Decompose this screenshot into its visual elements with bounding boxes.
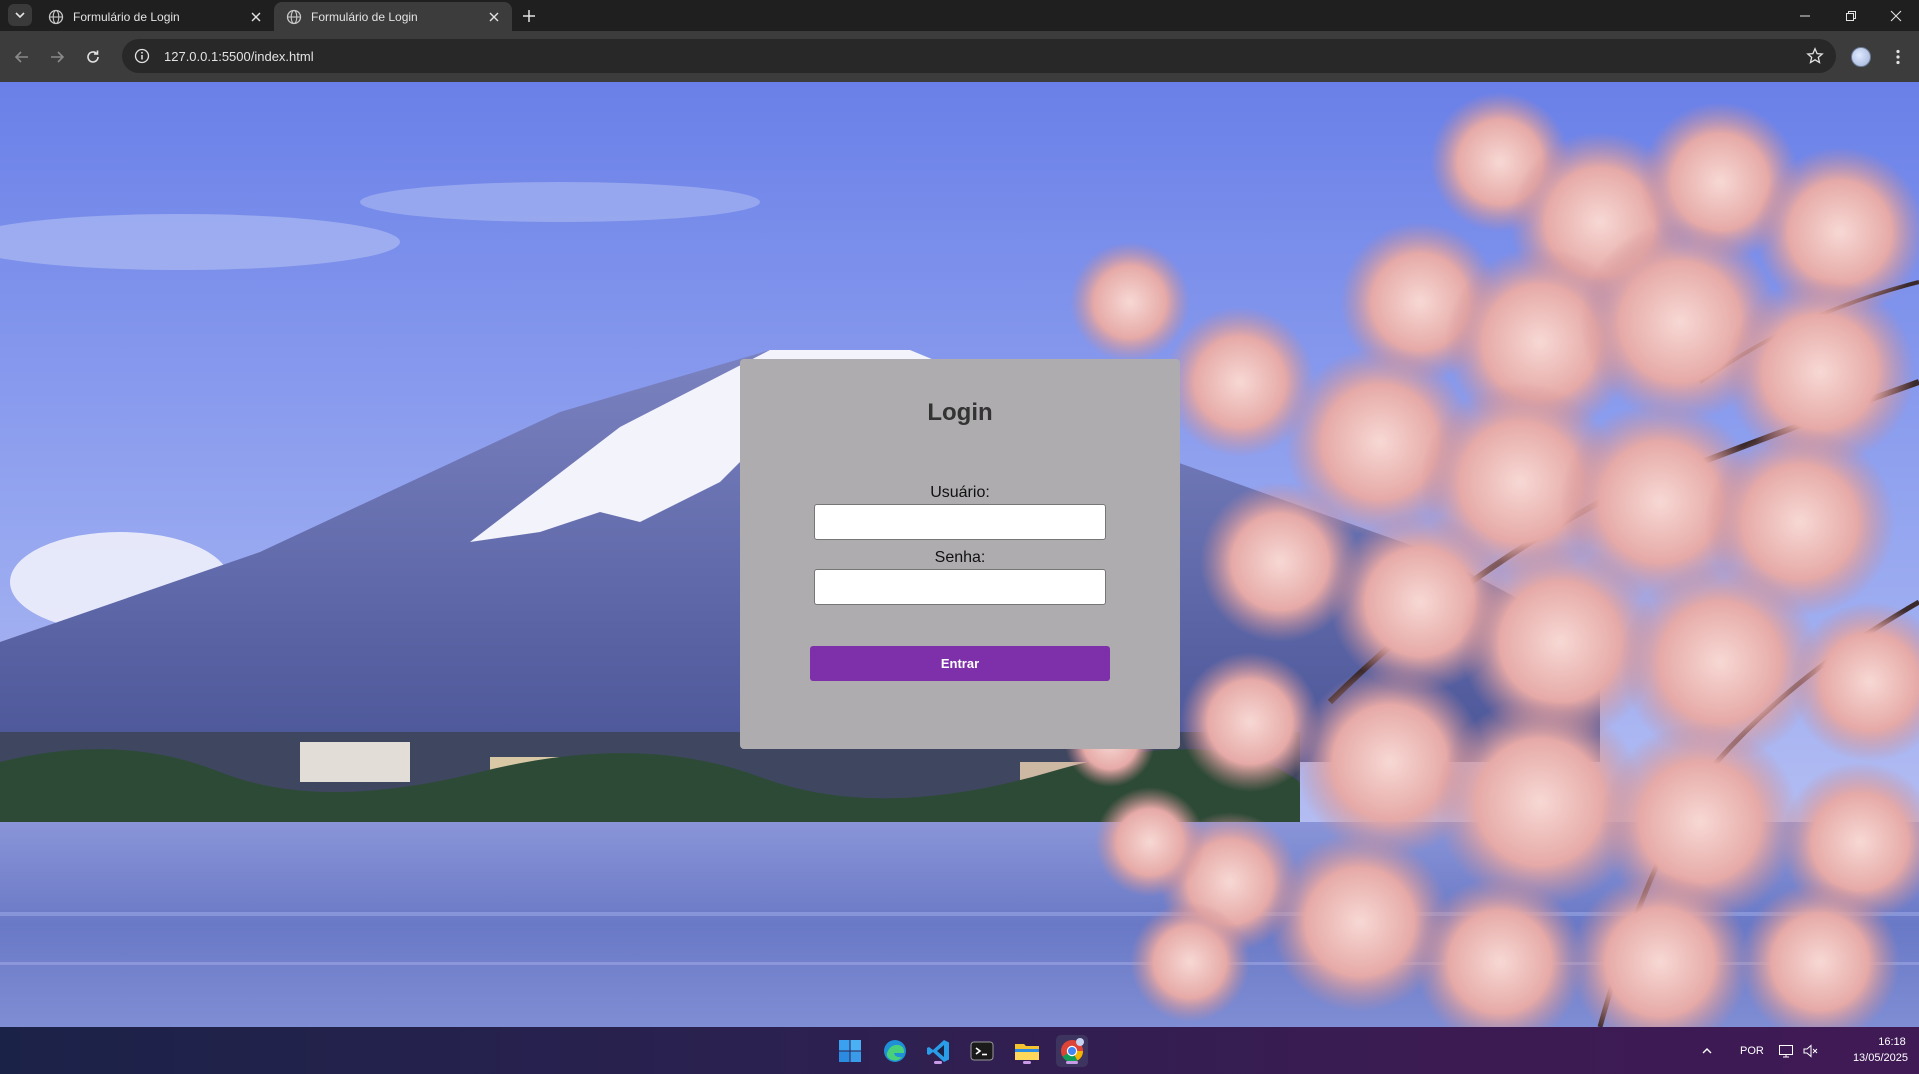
password-input[interactable] bbox=[814, 569, 1106, 605]
network-icon[interactable] bbox=[1776, 1035, 1796, 1067]
running-indicator bbox=[1066, 1061, 1078, 1064]
tab-strip: Formulário de Login Formulário de Login bbox=[0, 0, 1919, 31]
file-explorer-icon[interactable] bbox=[1011, 1035, 1043, 1067]
volume-muted-icon[interactable] bbox=[1800, 1035, 1820, 1067]
chevron-down-icon bbox=[15, 12, 25, 19]
browser-toolbar: 127.0.0.1:5500/index.html bbox=[0, 31, 1919, 82]
close-icon bbox=[1890, 10, 1902, 21]
globe-icon bbox=[48, 9, 64, 25]
close-icon[interactable] bbox=[486, 9, 502, 25]
submit-button[interactable]: Entrar bbox=[810, 646, 1110, 681]
close-icon[interactable] bbox=[248, 9, 264, 25]
windows-start-icon[interactable] bbox=[834, 1035, 866, 1067]
arrow-left-icon bbox=[14, 51, 28, 63]
back-button[interactable] bbox=[8, 43, 36, 71]
tab-search-button[interactable] bbox=[8, 4, 32, 26]
password-label: Senha: bbox=[934, 549, 986, 566]
new-tab-button[interactable] bbox=[518, 5, 540, 27]
tab-title: Formulário de Login bbox=[73, 9, 180, 24]
page-title: Login bbox=[927, 399, 993, 426]
tab-title: Formulário de Login bbox=[311, 9, 418, 24]
edge-icon[interactable] bbox=[879, 1035, 911, 1067]
reload-button[interactable] bbox=[79, 43, 107, 71]
site-info-icon[interactable] bbox=[132, 46, 152, 66]
address-bar[interactable]: 127.0.0.1:5500/index.html bbox=[122, 39, 1836, 73]
login-card: Login Usuário: Senha: Entrar bbox=[740, 359, 1180, 749]
browser-menu-button[interactable] bbox=[1886, 45, 1910, 69]
running-indicator bbox=[1023, 1061, 1031, 1064]
language-indicator[interactable]: POR bbox=[1740, 1045, 1764, 1057]
plus-icon bbox=[523, 10, 535, 22]
vscode-icon[interactable] bbox=[922, 1035, 954, 1067]
chrome-icon[interactable] bbox=[1056, 1035, 1088, 1067]
terminal-icon[interactable] bbox=[966, 1035, 998, 1067]
restore-button[interactable] bbox=[1828, 0, 1874, 31]
minimize-button[interactable] bbox=[1782, 0, 1828, 31]
forward-button[interactable] bbox=[43, 43, 71, 71]
minimize-icon bbox=[1800, 15, 1810, 16]
tab-2[interactable]: Formulário de Login bbox=[274, 2, 512, 31]
clock-date[interactable]: 13/05/2025 bbox=[1838, 1052, 1908, 1064]
windows-taskbar: POR 16:18 13/05/2025 bbox=[0, 1027, 1919, 1074]
url-text[interactable]: 127.0.0.1:5500/index.html bbox=[164, 49, 314, 64]
profile-avatar[interactable] bbox=[1851, 47, 1871, 67]
clock-time[interactable]: 16:18 bbox=[1872, 1036, 1912, 1048]
bookmark-star-icon[interactable] bbox=[1806, 47, 1824, 65]
running-indicator bbox=[934, 1061, 942, 1064]
more-vertical-icon bbox=[1896, 49, 1900, 65]
page-viewport: Login Usuário: Senha: Entrar bbox=[0, 82, 1919, 1027]
username-input[interactable] bbox=[814, 504, 1106, 540]
globe-icon bbox=[286, 9, 302, 25]
reload-icon bbox=[87, 50, 99, 63]
username-label: Usuário: bbox=[930, 484, 990, 501]
tab-1[interactable]: Formulário de Login bbox=[36, 2, 274, 31]
restore-icon bbox=[1846, 10, 1856, 21]
chevron-up-icon[interactable] bbox=[1698, 1035, 1716, 1067]
close-window-button[interactable] bbox=[1873, 0, 1919, 31]
arrow-right-icon bbox=[51, 51, 65, 63]
